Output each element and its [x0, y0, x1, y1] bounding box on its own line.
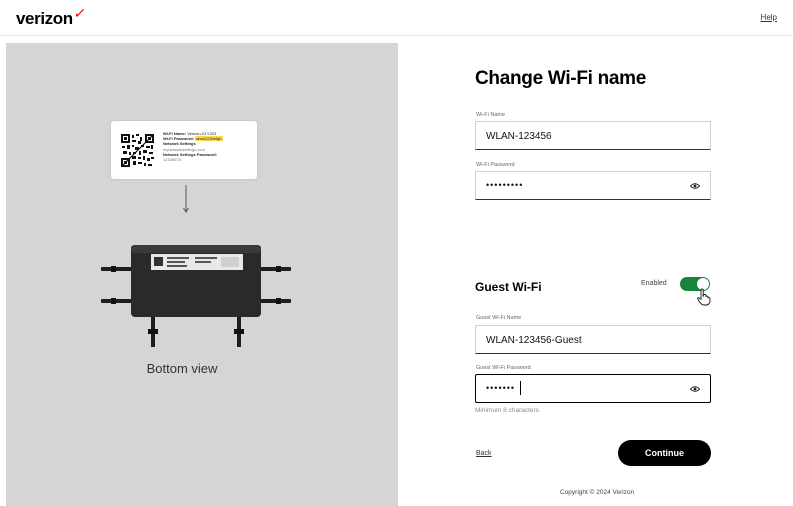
guest-wifi-heading: Guest Wi-Fi [475, 280, 542, 294]
guest-wifi-password-label: Guest Wi-Fi Password [476, 365, 531, 371]
wifi-name-value: WLAN-123456 [486, 131, 552, 142]
copyright-text: Copyright © 2024 Verizon [560, 489, 635, 496]
eye-icon[interactable] [690, 182, 700, 190]
eye-icon[interactable] [690, 385, 700, 393]
router-device-image [101, 245, 291, 347]
back-link[interactable]: Back [476, 450, 492, 457]
label-card-text: Wi-Fi Name: Verizon-X1Y2Z3 Wi-Fi Passwor… [163, 131, 255, 162]
logo-text: verizon [16, 9, 73, 28]
wifi-password-field[interactable]: ••••••••• [475, 171, 711, 200]
help-link[interactable]: Help [761, 13, 777, 22]
arrow-down-icon [183, 185, 189, 213]
guest-wifi-password-value: ••••••• [486, 383, 516, 393]
wifi-password-label: Wi-Fi Password [476, 162, 515, 168]
password-hint: Minimum 8 characters [475, 407, 539, 414]
page-title: Change Wi-Fi name [475, 68, 647, 89]
wifi-name-label: Wi-Fi Name [476, 112, 506, 118]
label-network-password-value: 12345678 [163, 157, 181, 163]
wifi-name-field[interactable]: WLAN-123456 [475, 121, 711, 150]
verizon-logo[interactable]: verizon✓ [16, 5, 87, 29]
guest-wifi-name-value: WLAN-123456-Guest [486, 335, 582, 346]
hand-cursor-icon [697, 288, 711, 306]
guest-wifi-name-label: Guest Wi-Fi Name [476, 315, 522, 321]
guest-wifi-name-field[interactable]: WLAN-123456-Guest [475, 325, 711, 354]
qr-code-icon [121, 134, 154, 167]
guest-wifi-toggle-label: Enabled [641, 280, 667, 287]
bottom-view-caption: Bottom view [146, 361, 218, 376]
text-caret [520, 381, 521, 395]
wifi-password-value: ••••••••• [486, 180, 524, 190]
continue-button[interactable]: Continue [618, 440, 711, 466]
router-label-card: Wi-Fi Name: Verizon-X1Y2Z3 Wi-Fi Passwor… [111, 121, 257, 179]
top-header: verizon✓ Help [0, 0, 793, 36]
label-wifi-password-value: abcd1234efgh [195, 136, 223, 142]
guest-wifi-password-field[interactable]: ••••••• [475, 374, 711, 403]
logo-checkmark: ✓ [72, 5, 87, 21]
device-illustration-panel: Wi-Fi Name: Verizon-X1Y2Z3 Wi-Fi Passwor… [6, 43, 398, 506]
